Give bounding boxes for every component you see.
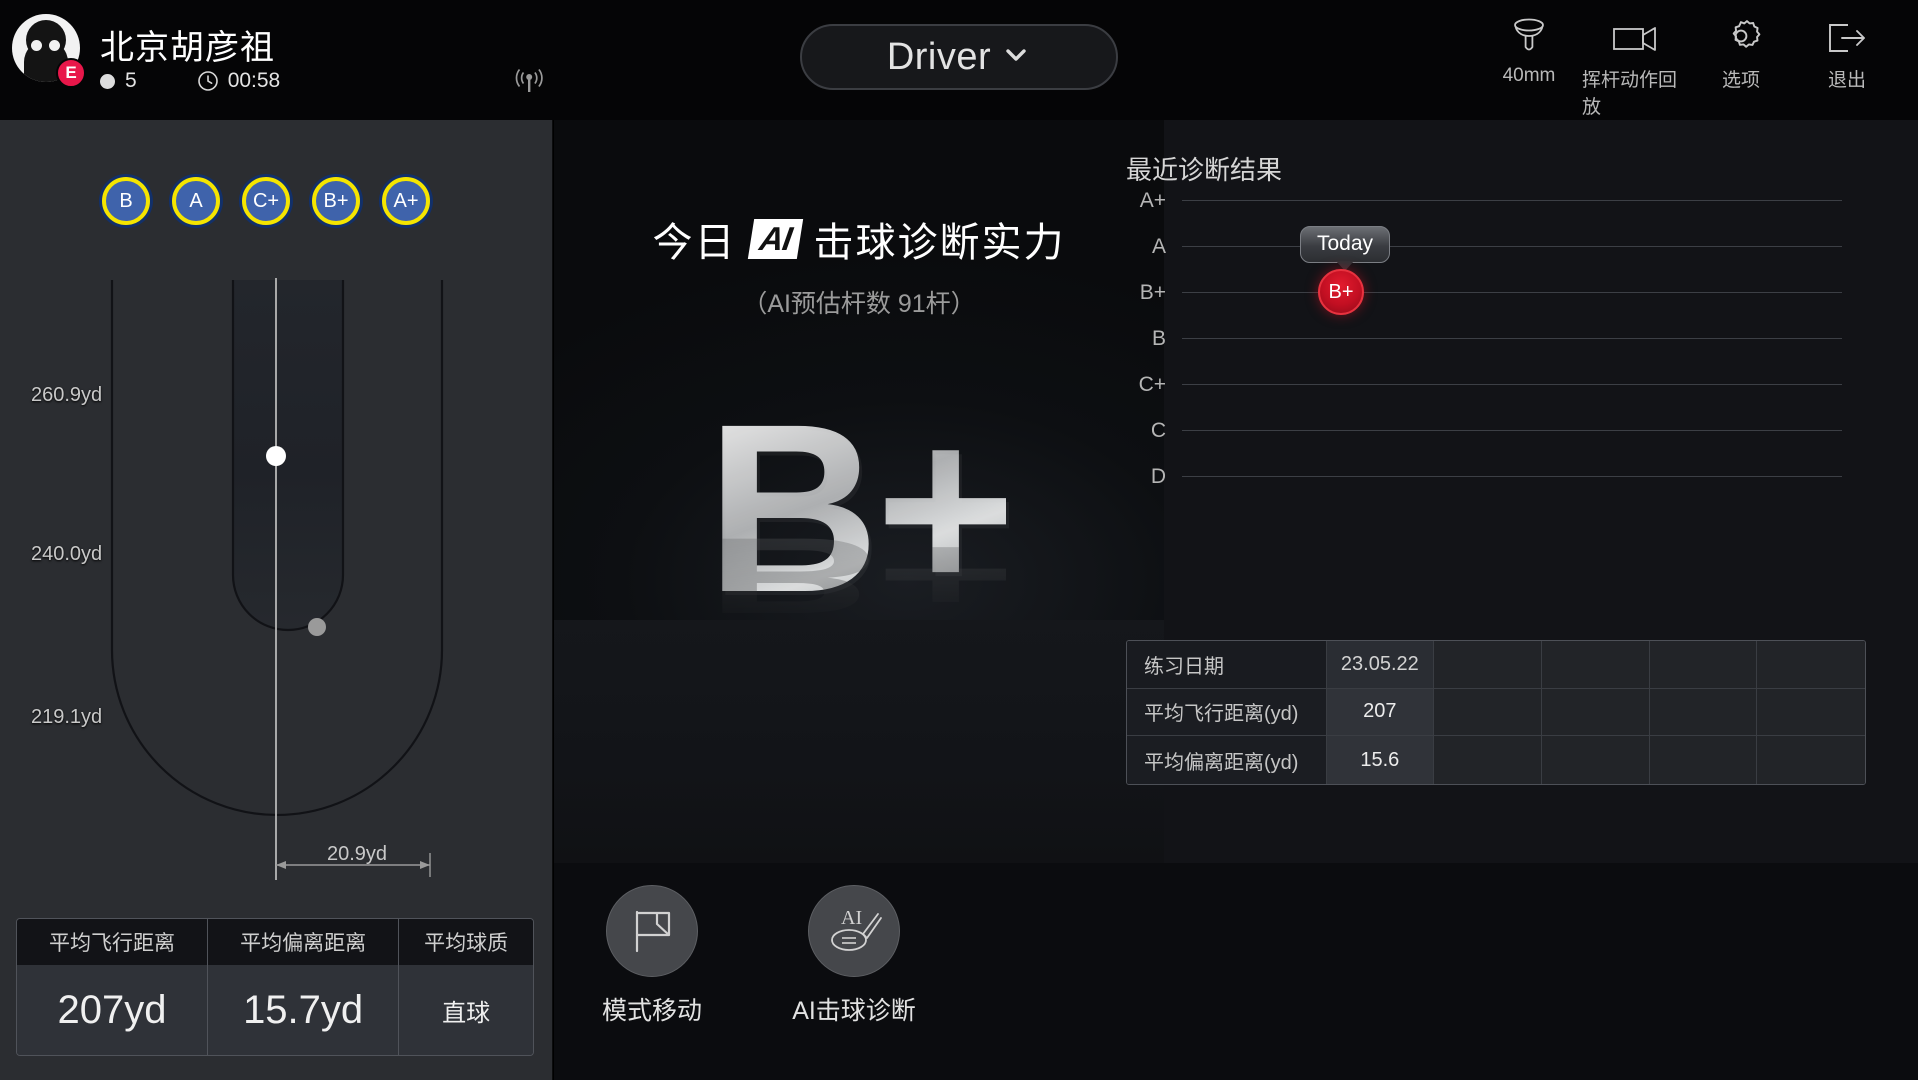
center-title: 今日 AI 击球诊断实力 — [653, 210, 1066, 268]
chart-ytick: A+ — [1139, 189, 1166, 212]
mode-move-label: 模式移动 — [601, 997, 702, 1025]
chart-title: 最近诊断结果 — [1126, 155, 1283, 185]
stat-header: 平均球质 — [399, 919, 533, 965]
gear-icon — [1719, 12, 1763, 58]
stat-value: 15.7yd — [208, 965, 399, 1055]
avatar-eye-left — [31, 40, 42, 51]
golf-ball-icon — [100, 73, 115, 89]
options-button[interactable]: 选项 — [1688, 12, 1794, 119]
clock-icon — [197, 70, 219, 92]
signal-icon — [512, 68, 546, 101]
center-panel: 今日 AI 击球诊断实力 （AI预估杆数 91杆） B+ B+ — [554, 120, 1164, 863]
chart-ytick: C+ — [1138, 373, 1166, 396]
stat-value: 直球 — [399, 965, 533, 1055]
session-timer: 00:58 — [227, 69, 281, 92]
swing-replay-button[interactable]: 挥杆动作回放 — [1582, 12, 1688, 119]
golf-tee-icon — [1506, 12, 1552, 58]
stat-column-carry: 平均飞行距离 207yd — [17, 919, 209, 1055]
average-stats-table: 平均飞行距离 207yd 平均偏离距离 15.7yd 平均球质 直球 — [16, 918, 534, 1056]
center-floor-gradient — [554, 620, 1164, 863]
bottom-bar: 模式移动 AI AI击球诊断 — [554, 863, 1918, 1080]
chart-ytick: B+ — [1139, 281, 1166, 304]
empty-cell — [1541, 641, 1650, 688]
row-label: 练习日期 — [1127, 641, 1327, 688]
exit-label: 退出 — [1827, 70, 1866, 91]
top-actions: 40mm 挥杆动作回放 选项 退出 — [1476, 12, 1900, 119]
center-subtitle: （AI预估杆数 91杆） — [742, 290, 976, 318]
row-label: 平均飞行距离(yd) — [1127, 688, 1327, 736]
center-heading: 今日 AI 击球诊断实力 （AI预估杆数 91杆） — [554, 210, 1164, 320]
center-title-prefix: 今日 — [652, 221, 737, 265]
table-row: 平均偏离距离(yd) 15.6 — [1127, 736, 1865, 784]
empty-cell — [1757, 688, 1865, 736]
exit-button[interactable]: 退出 — [1794, 12, 1900, 119]
empty-cell — [1757, 641, 1865, 688]
club-selector[interactable]: Driver — [800, 24, 1118, 90]
bottom-actions: 模式移动 AI AI击球诊断 — [572, 885, 934, 1027]
empty-cell — [1649, 736, 1758, 784]
empty-cell — [1541, 736, 1650, 784]
chevron-down-icon — [1001, 45, 1031, 70]
empty-cell — [1649, 641, 1758, 688]
history-table: 练习日期 23.05.22 平均飞行距离(yd) 207 平均偏离距离(yd) … — [1126, 640, 1866, 785]
ai-logo-chip: AI — [747, 219, 803, 259]
stat-value: 207yd — [17, 965, 208, 1055]
user-name: 北京胡彦祖 — [100, 29, 275, 67]
center-title-suffix: 击球诊断实力 — [813, 221, 1066, 265]
distance-label-near: 219.1yd — [31, 706, 103, 728]
shot-dispersion-diagram — [110, 278, 444, 880]
avatar-silhouette-head — [26, 20, 66, 60]
ball-count: 5 — [125, 69, 137, 92]
avatar[interactable]: E — [12, 14, 86, 88]
empty-cell — [1434, 736, 1542, 784]
mode-move-button[interactable]: 模式移动 — [572, 885, 732, 1027]
today-result-point[interactable]: B+ — [1318, 269, 1364, 315]
distance-label-mid: 240.0yd — [31, 543, 103, 565]
row-label: 平均偏离距离(yd) — [1127, 736, 1327, 784]
stat-header: 平均偏离距离 — [208, 919, 399, 965]
table-row: 平均飞行距离(yd) 207 — [1127, 688, 1865, 737]
chart-ytick: A — [1151, 235, 1166, 258]
ai-shot-diagnosis-button[interactable]: AI AI击球诊断 — [774, 885, 934, 1027]
empty-cell — [1541, 688, 1650, 736]
row-value: 207 — [1326, 688, 1435, 736]
empty-cell — [1434, 641, 1542, 688]
table-row: 练习日期 23.05.22 — [1127, 641, 1865, 689]
stat-header: 平均飞行距离 — [17, 919, 208, 965]
deviation-distance-label: 20.9yd — [327, 843, 388, 865]
distance-label-far: 260.9yd — [31, 384, 103, 406]
row-value: 23.05.22 — [1326, 641, 1435, 688]
chart-ytick: B — [1151, 327, 1166, 350]
empty-cell — [1434, 688, 1542, 736]
swing-replay-label: 挥杆动作回放 — [1582, 70, 1678, 118]
right-panel: 最近诊断结果 A+ A B+ B C+ C D Today B+ 练习日期 23… — [1126, 120, 1918, 863]
today-tooltip: Today — [1300, 226, 1391, 263]
chart-ytick: D — [1150, 465, 1166, 488]
svg-text:AI: AI — [841, 907, 862, 929]
empty-cell — [1649, 688, 1758, 736]
big-grade-display: B+ — [554, 388, 1164, 628]
exit-icon — [1823, 12, 1871, 58]
club-selector-label: Driver — [886, 35, 992, 78]
video-camera-icon — [1610, 12, 1660, 58]
avatar-eye-right — [49, 40, 60, 51]
session-meta: 5 00:58 — [100, 68, 280, 94]
tee-height-label: 40mm — [1502, 65, 1556, 86]
options-label: 选项 — [1721, 70, 1760, 91]
level-badge: E — [56, 58, 86, 88]
recent-results-chart: A+ A B+ B C+ C D Today B+ — [1126, 189, 1866, 580]
row-value: 15.6 — [1326, 736, 1435, 784]
tee-height-button[interactable]: 40mm — [1476, 12, 1582, 119]
ai-shot-diagnosis-label: AI击球诊断 — [792, 997, 916, 1025]
chart-ytick: C — [1150, 419, 1166, 442]
ai-driver-icon: AI — [808, 885, 900, 977]
stat-column-deviation: 平均偏离距离 15.7yd — [208, 919, 400, 1055]
left-panel: B A C+ B+ A+ 260.9yd 240.0yd 219.1yd 20.… — [0, 120, 553, 1080]
stat-column-ball-quality: 平均球质 直球 — [399, 919, 533, 1055]
top-bar: E 北京胡彦祖 5 00:58 Driver 40mm 挥杆动作回放 选项 退出 — [0, 0, 1918, 120]
empty-cell — [1757, 736, 1865, 784]
flag-icon — [606, 885, 698, 977]
